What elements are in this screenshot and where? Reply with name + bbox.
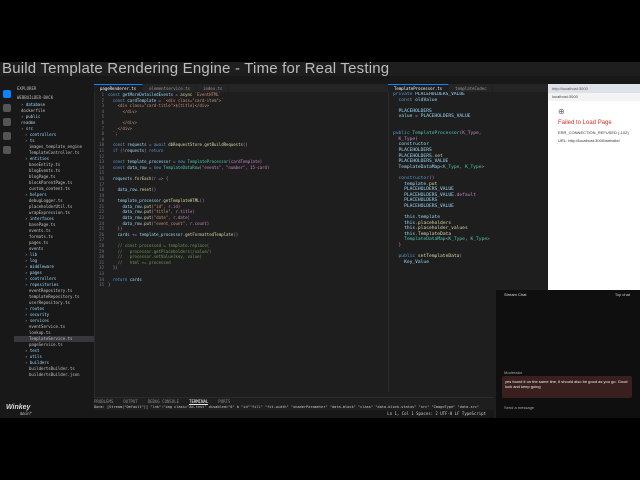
editor-tabs-right: TemplateProcessor.ts templateCodec — [388, 84, 548, 92]
error-url: URL: http://localhost:3000/website/ — [558, 138, 620, 143]
chat-header: Stream Chat Top chat — [496, 290, 640, 300]
panel-tabs: PROBLEMS OUTPUT DEBUG CONSOLE TERMINAL PORTS — [94, 398, 494, 405]
explorer-icon[interactable] — [3, 90, 11, 98]
video-title: Build Template Rendering Engine - Time f… — [2, 60, 390, 77]
chat-header-title: Stream Chat — [504, 292, 527, 297]
file-tree: › database dockerfile › public readme › src ›… — [14, 102, 94, 378]
editor-tab[interactable]: index.ts — [197, 85, 230, 92]
explorer-header: EXPLORER — [17, 86, 37, 91]
project-name[interactable]: WEBBUILDER-BACK — [14, 93, 94, 102]
code-line[interactable]: Key_Value — [393, 260, 549, 266]
stream-chat: Stream Chat Top chat Moderator yes found… — [496, 290, 640, 418]
panel-tab[interactable]: PROBLEMS — [94, 399, 113, 404]
explorer-sidebar: EXPLORER WEBBUILDER-BACK › database docke… — [14, 84, 95, 418]
code-line[interactable]: } — [108, 282, 354, 288]
status-info[interactable]: Ln 1, Col 1 Spaces: 2 UTF-8 LF TypeScrip… — [387, 410, 486, 418]
code-content[interactable]: private PLACEHOLDERS_VALUE const oldValu… — [393, 92, 549, 265]
editor-tab[interactable]: TemplateProcessor.ts — [388, 84, 450, 92]
terminal-line: Done: [Stream("Default")] "lnk":"img cla… — [94, 405, 480, 409]
error-code: ERR_CONNECTION_REFUSED (-102) — [558, 130, 629, 135]
status-bar: main* Ln 1, Col 1 Spaces: 2 UTF-8 LF Typ… — [0, 410, 494, 418]
line-number: 35 — [99, 282, 104, 288]
address-bar[interactable]: http://localhost:3000 — [548, 84, 640, 93]
line-numbers: 1 2 3 4 5 6 7 8 9 10 11 12 13 14 15 16 17 18 19 20 21 22 23 24 2… — [94, 92, 104, 392]
globe-icon: ⊕ — [558, 107, 565, 116]
chat-input[interactable]: Send a message — [500, 404, 604, 412]
activity-bar — [0, 84, 15, 418]
panel-tab[interactable]: PORTS — [218, 399, 230, 404]
panel-tab[interactable]: OUTPUT — [123, 399, 137, 404]
channel-logo: Winkey — [6, 404, 31, 411]
chat-header-mode[interactable]: Top chat — [615, 290, 630, 300]
file-item[interactable]: buildertsBuilder.json — [14, 372, 94, 378]
code-editor-left[interactable]: 1 2 3 4 5 6 7 8 9 10 11 12 13 14 15 16 17 18 19 20 21 22 23 24 2… — [94, 92, 354, 392]
bookmarks-bar[interactable]: localhost:3000 — [548, 93, 640, 101]
editor-tab[interactable]: elementservice.ts — [143, 85, 198, 92]
title-bar — [0, 76, 640, 84]
extensions-icon[interactable] — [3, 146, 11, 154]
source-control-icon[interactable] — [3, 118, 11, 126]
editor-tab[interactable]: pageRenderer.ts — [94, 84, 144, 92]
error-page: ⊕ Failed to Load Page ERR_CONNECTION_REF… — [548, 101, 640, 149]
run-debug-icon[interactable] — [3, 132, 11, 140]
search-icon[interactable] — [3, 104, 11, 112]
error-title: Failed to Load Page — [558, 120, 612, 126]
editor-tabs-left: pageRenderer.ts elementservice.ts index.ts — [94, 84, 388, 92]
editor-tab[interactable]: templateCodec — [449, 85, 494, 92]
code-content[interactable]: const getMoreDetailedEvents = async `Eve… — [108, 92, 354, 288]
chat-username: Moderator — [504, 370, 523, 375]
panel-tab[interactable]: DEBUG CONSOLE — [148, 399, 179, 404]
chat-message: yes found it on the same line, it should… — [502, 376, 632, 398]
